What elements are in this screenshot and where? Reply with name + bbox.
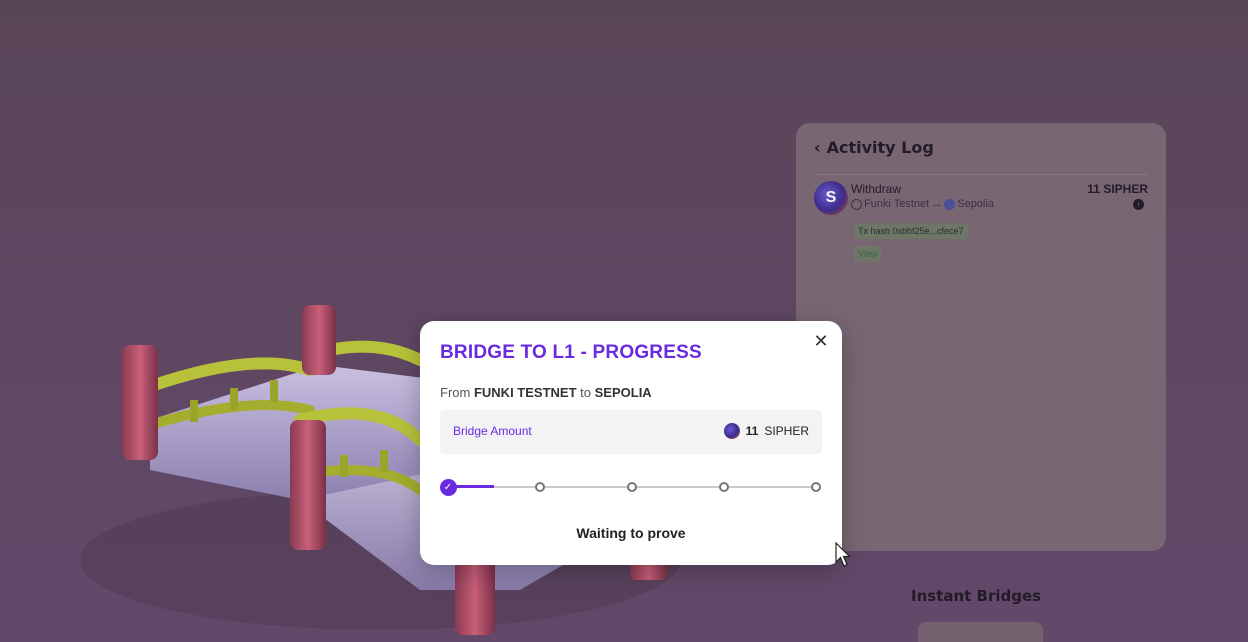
route-to-word: to xyxy=(580,385,591,400)
bridge-amount-value: 11 SIPHER xyxy=(723,423,809,439)
amount-token: SIPHER xyxy=(764,424,809,438)
sipher-token-icon: S xyxy=(814,181,848,215)
close-button[interactable]: ✕ xyxy=(810,331,832,353)
route-from-network: FUNKI TESTNET xyxy=(473,385,577,400)
instant-bridge-tile[interactable] xyxy=(918,622,1043,642)
close-icon: ✕ xyxy=(813,331,829,352)
bridge-amount-box: Bridge Amount 11 SIPHER xyxy=(440,410,822,454)
log-from: Funki Testnet xyxy=(864,198,930,210)
bridge-route: From FUNKI TESTNET to SEPOLIA xyxy=(440,385,652,400)
step-dot xyxy=(535,482,545,492)
amount-number: 11 xyxy=(745,424,759,438)
activity-log-title: Activity Log xyxy=(826,138,934,157)
step-dot xyxy=(627,482,637,492)
activity-log-panel: ‹ Activity Log S Withdraw Funki Testnet … xyxy=(796,123,1166,551)
check-icon: ✓ xyxy=(439,479,457,496)
view-link[interactable]: View xyxy=(854,246,882,262)
mouse-cursor-icon xyxy=(835,542,851,567)
instant-bridges-title: Instant Bridges xyxy=(911,587,1042,605)
route-from-word: From xyxy=(440,385,471,400)
log-type: Withdraw xyxy=(851,182,902,196)
log-amount: 11 SIPHER xyxy=(1087,182,1148,196)
step-dot xyxy=(811,482,821,492)
route-to-network: SEPOLIA xyxy=(594,385,652,400)
activity-log-header[interactable]: ‹ Activity Log xyxy=(814,138,934,157)
progress-stepper: ✓ xyxy=(439,479,822,496)
log-route: Funki Testnet → Sepolia xyxy=(851,198,994,210)
chevron-left-icon[interactable]: ‹ xyxy=(814,139,821,156)
route-arrow: → xyxy=(931,198,943,210)
network-icon xyxy=(851,198,862,210)
ethereum-icon xyxy=(944,198,956,210)
status-text: Waiting to prove xyxy=(576,525,686,541)
sipher-token-icon xyxy=(723,423,740,439)
step-dot xyxy=(719,482,729,492)
modal-title: BRIDGE TO L1 - PROGRESS xyxy=(440,342,702,363)
activity-log-item[interactable]: S Withdraw Funki Testnet → Sepolia 11 SI… xyxy=(814,181,1148,271)
bridge-amount-label: Bridge Amount xyxy=(453,424,532,438)
panel-divider xyxy=(814,174,1148,175)
tx-hash-badge[interactable]: Tx hash 0xbbf25e...cfece7 xyxy=(854,223,968,239)
bridge-progress-modal: BRIDGE TO L1 - PROGRESS ✕ From FUNKI TES… xyxy=(420,321,842,565)
log-to: Sepolia xyxy=(957,198,994,210)
status-arrow-icon: ↑ xyxy=(1133,199,1144,210)
